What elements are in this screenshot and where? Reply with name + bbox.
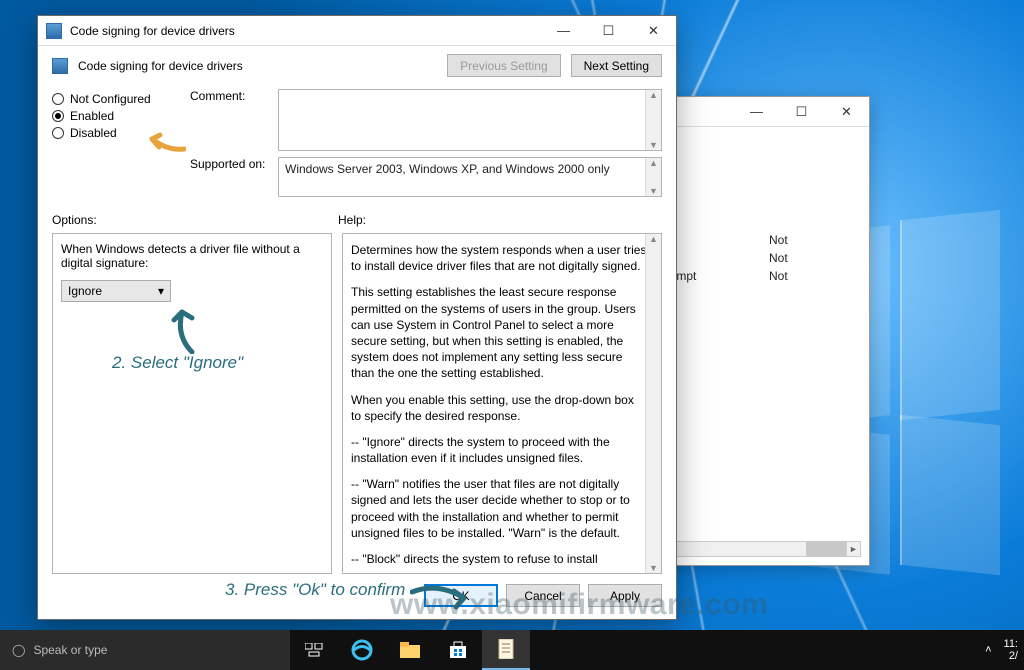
options-label: Options: <box>52 213 338 227</box>
supported-scrollbar[interactable]: ▲▼ <box>645 158 661 196</box>
close-button[interactable]: ✕ <box>631 16 676 46</box>
window-title: Code signing for device drivers <box>70 24 541 38</box>
bg-horizontal-scrollbar[interactable]: ◄► <box>659 541 861 557</box>
comment-label: Comment: <box>190 89 270 103</box>
window-icon <box>46 23 62 39</box>
radio-enabled[interactable]: Enabled <box>52 109 182 123</box>
supported-on-label: Supported on: <box>190 157 270 171</box>
taskbar-clock[interactable]: 11: 2/ <box>1004 638 1018 662</box>
annotation-arrow-1 <box>146 129 186 155</box>
cortana-icon: ◯ <box>12 643 25 657</box>
help-label: Help: <box>338 213 366 227</box>
titlebar[interactable]: Code signing for device drivers — ☐ ✕ <box>38 16 676 46</box>
dropdown-value: Ignore <box>68 284 102 298</box>
store-taskbar-button[interactable] <box>434 630 482 670</box>
background-gpo-list-window: — ☐ ✕ Not Not promptNot ◄► <box>650 96 870 566</box>
task-view-button[interactable] <box>290 630 338 670</box>
help-scrollbar[interactable]: ▲▼ <box>645 234 661 573</box>
code-signing-dialog: Code signing for device drivers — ☐ ✕ Co… <box>37 15 677 620</box>
bg-maximize-button[interactable]: ☐ <box>779 104 824 120</box>
help-pane: Determines how the system responds when … <box>342 233 662 574</box>
bg-close-button[interactable]: ✕ <box>824 104 869 120</box>
radio-not-configured[interactable]: Not Configured <box>52 92 182 106</box>
options-pane: When Windows detects a driver file witho… <box>52 233 332 574</box>
policy-icon <box>52 58 68 74</box>
apply-button[interactable]: Apply <box>588 584 662 607</box>
edge-taskbar-button[interactable] <box>338 630 386 670</box>
comment-textarea[interactable]: ▲▼ <box>278 89 662 151</box>
bg-minimize-button[interactable]: — <box>734 104 779 119</box>
taskbar: ◯ Speak or type ˄ 11: 2/ <box>0 630 1024 670</box>
signature-action-dropdown[interactable]: Ignore ▾ <box>61 280 171 302</box>
search-placeholder: Speak or type <box>33 643 107 657</box>
system-tray[interactable]: ˄ 11: 2/ <box>979 638 1024 662</box>
chevron-down-icon: ▾ <box>158 284 164 298</box>
minimize-button[interactable]: — <box>541 16 586 46</box>
policy-heading: Code signing for device drivers <box>78 59 437 73</box>
maximize-button[interactable]: ☐ <box>586 16 631 46</box>
annotation-arrow-3 <box>410 584 470 612</box>
options-prompt: When Windows detects a driver file witho… <box>61 242 323 270</box>
supported-on-box: Windows Server 2003, Windows XP, and Win… <box>278 157 662 197</box>
annotation-arrow-2 <box>170 306 204 354</box>
tray-chevron-up-icon[interactable]: ˄ <box>985 644 991 656</box>
gpedit-taskbar-button[interactable] <box>482 630 530 670</box>
cancel-button[interactable]: Cancel <box>506 584 580 607</box>
comment-scrollbar[interactable]: ▲▼ <box>645 90 661 150</box>
file-explorer-taskbar-button[interactable] <box>386 630 434 670</box>
cortana-search[interactable]: ◯ Speak or type <box>0 630 290 670</box>
next-setting-button[interactable]: Next Setting <box>571 54 662 77</box>
previous-setting-button[interactable]: Previous Setting <box>447 54 560 77</box>
